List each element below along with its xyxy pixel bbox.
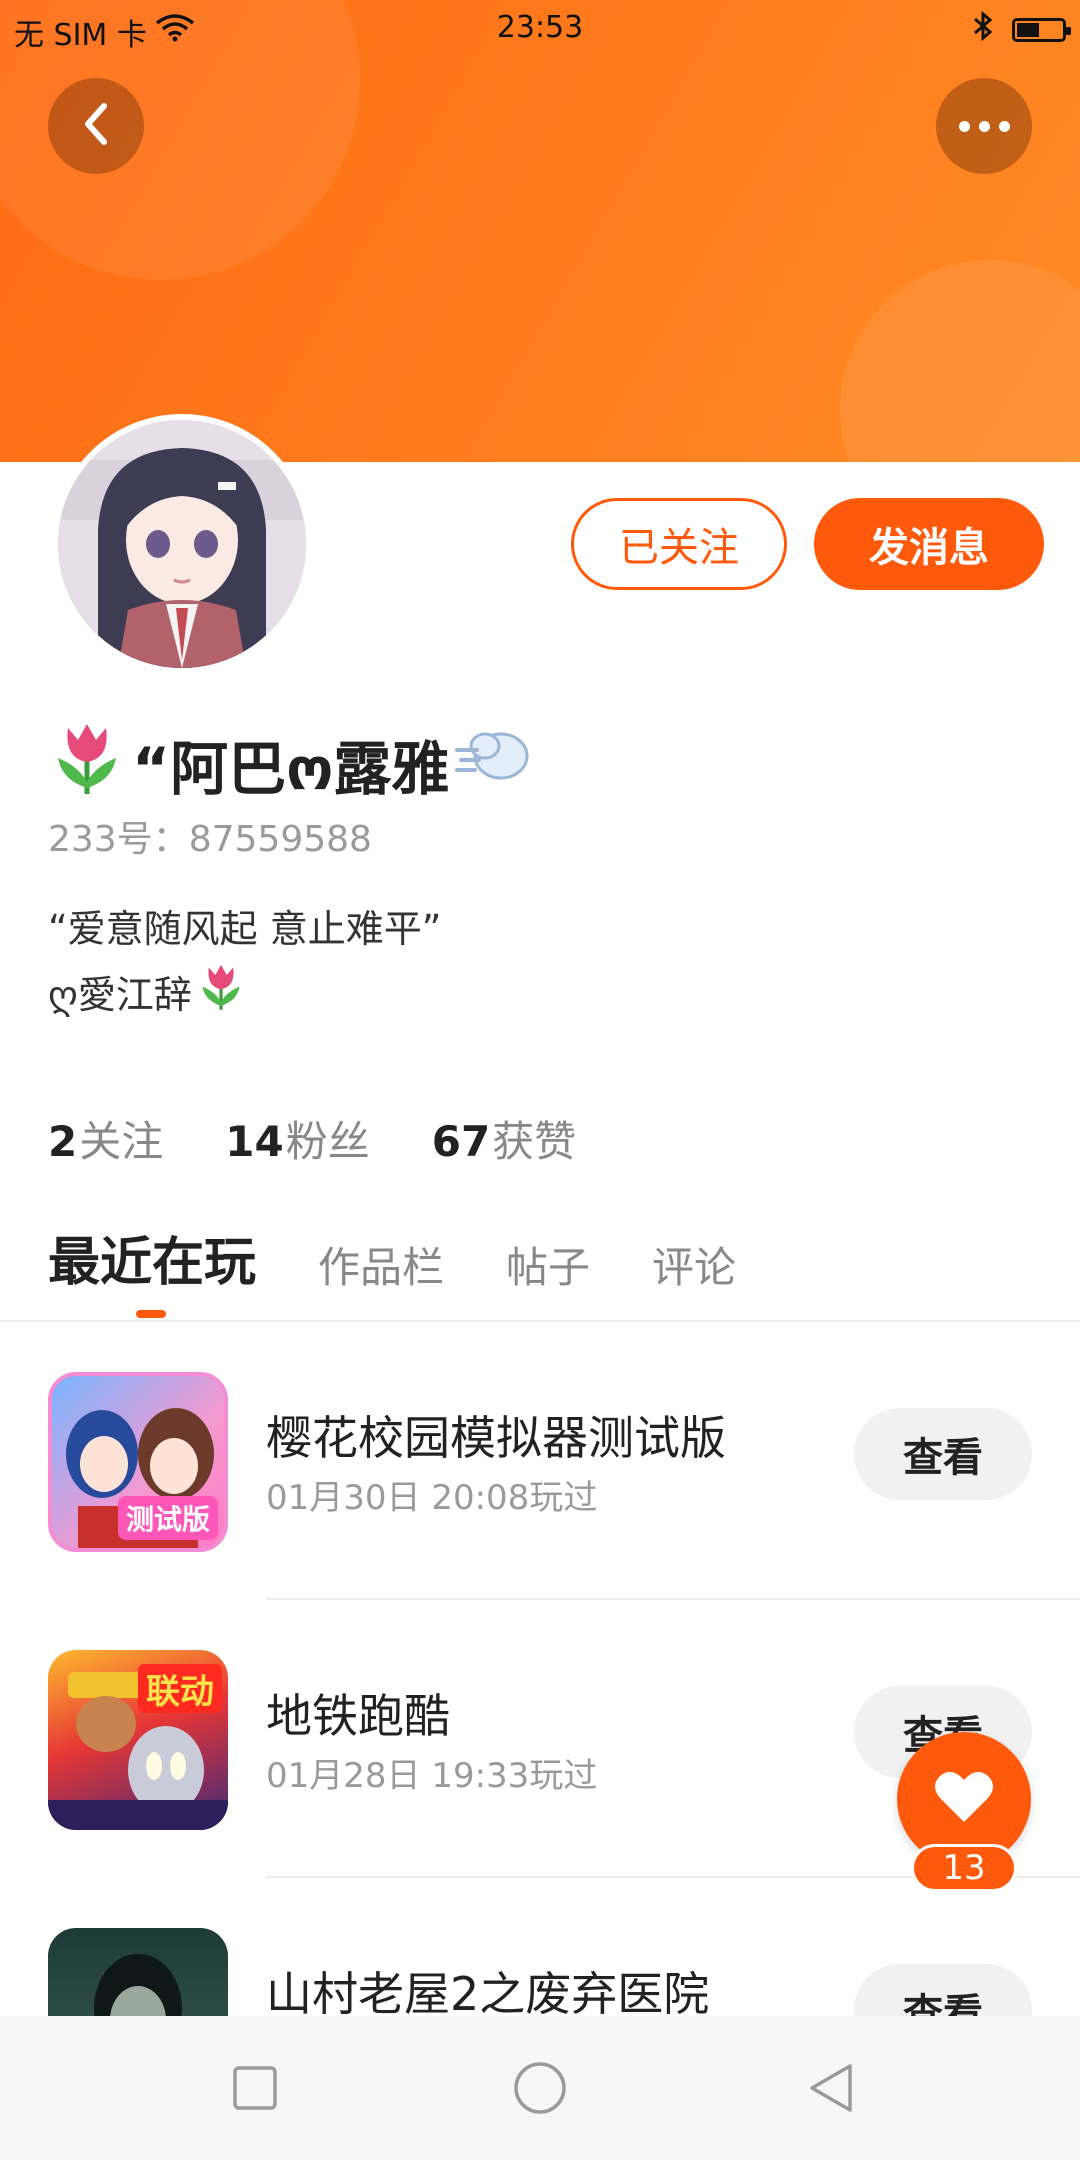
- list-item[interactable]: 测试版 樱花校园模拟器测试版 01月30日 20:08玩过 查看: [0, 1322, 1080, 1600]
- game-tag: 联动: [138, 1664, 222, 1713]
- heart-icon: [934, 1770, 994, 1828]
- game-played-time: 01月28日 19:33玩过: [266, 1756, 598, 1796]
- stat-followers[interactable]: 14粉丝: [225, 1108, 369, 1169]
- view-button[interactable]: 查看: [854, 1408, 1032, 1500]
- profile-banner: [0, 0, 1080, 462]
- game-title: 山村老屋2之废弃医院: [266, 1967, 710, 2021]
- battery-icon: [1012, 18, 1071, 42]
- chevron-left-icon: [76, 100, 116, 152]
- nickname: “阿巴ო露雅: [48, 718, 533, 810]
- tulip-icon: [196, 960, 246, 1030]
- tab-comments[interactable]: 评论: [652, 1234, 736, 1295]
- back-button[interactable]: [48, 78, 144, 174]
- follow-status-button[interactable]: 已关注: [571, 498, 787, 590]
- more-button[interactable]: [936, 78, 1032, 174]
- bio-line: ღ愛江辞: [48, 973, 192, 1017]
- more-dots-icon: [958, 120, 1010, 132]
- stat-likes[interactable]: 67获赞: [432, 1108, 576, 1169]
- tab-posts[interactable]: 帖子: [506, 1234, 590, 1295]
- stat-following[interactable]: 2关注: [48, 1108, 163, 1169]
- tab-indicator: [136, 1310, 166, 1318]
- status-time: 23:53: [496, 10, 584, 45]
- system-nav-bar: [0, 2016, 1080, 2160]
- game-title: 樱花校园模拟器测试版: [266, 1411, 726, 1465]
- wind-icon: [455, 722, 533, 806]
- triangle-back-icon: [810, 2064, 852, 2112]
- square-icon: [233, 2066, 277, 2110]
- game-icon: 联动: [48, 1650, 228, 1830]
- nickname-text: “阿巴ო露雅: [132, 735, 450, 803]
- bio-line: “爱意随风起 意止难平”: [48, 907, 442, 951]
- send-message-button[interactable]: 发消息: [814, 498, 1044, 590]
- recent-apps-button[interactable]: [227, 2060, 283, 2116]
- game-title: 地铁跑酷: [266, 1689, 450, 1743]
- game-icon: 测试版: [48, 1372, 228, 1552]
- game-tag: 测试版: [117, 1496, 218, 1540]
- profile-tabs: 最近在玩 作品栏 帖子 评论: [48, 1220, 736, 1295]
- home-button[interactable]: [512, 2060, 568, 2116]
- tab-works[interactable]: 作品栏: [318, 1234, 444, 1295]
- user-id: 233号：87559588: [48, 819, 372, 860]
- circle-icon: [514, 2062, 566, 2114]
- nav-back-button[interactable]: [804, 2060, 860, 2116]
- tulip-icon: [48, 718, 126, 810]
- like-count-badge: 13: [911, 1844, 1017, 1892]
- status-bar: 无 SIM 卡 23:53: [0, 0, 1080, 56]
- avatar[interactable]: [52, 414, 312, 674]
- bio: “爱意随风起 意止难平” ღ愛江辞: [48, 898, 441, 1030]
- bluetooth-icon: [972, 10, 994, 50]
- game-played-time: 01月30日 20:08玩过: [266, 1478, 598, 1518]
- tab-recently-played[interactable]: 最近在玩: [48, 1220, 256, 1295]
- profile-stats: 2关注 14粉丝 67获赞: [48, 1108, 576, 1169]
